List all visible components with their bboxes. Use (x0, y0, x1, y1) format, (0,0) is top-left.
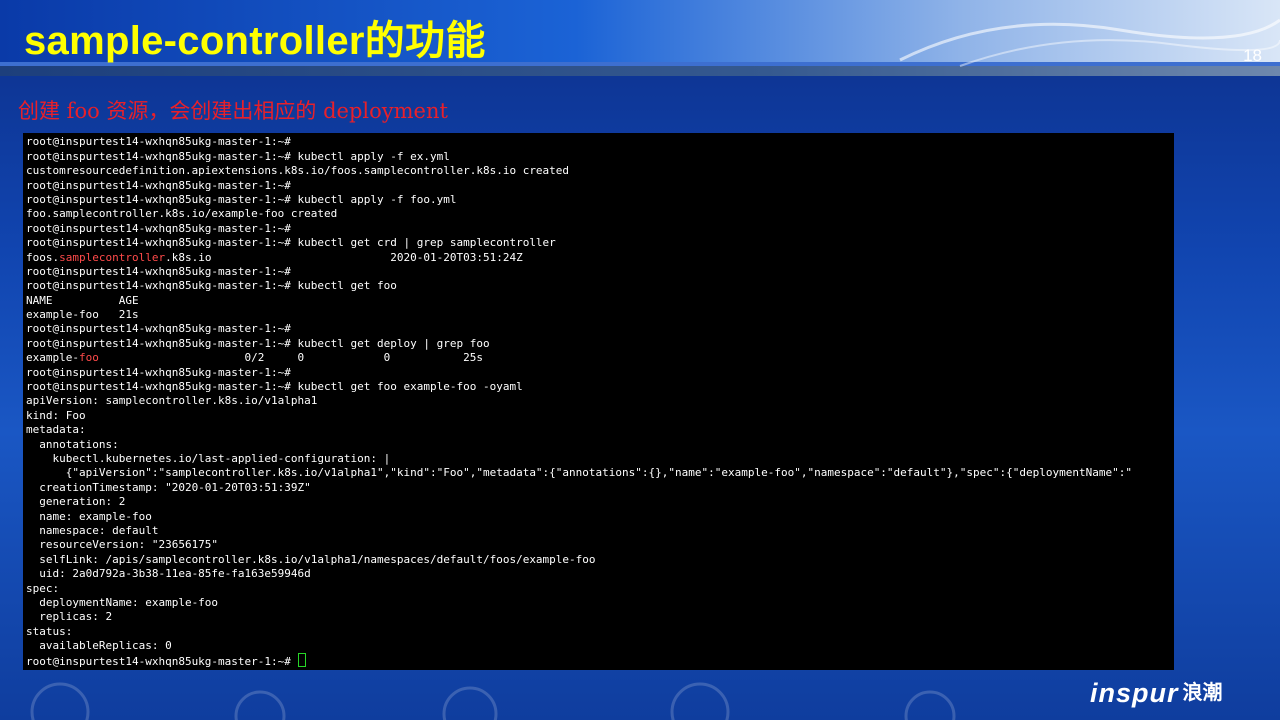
terminal-line: foos.samplecontroller.k8s.io 2020-01-20T… (26, 250, 523, 264)
terminal-line: root@inspurtest14-wxhqn85ukg-master-1:~# (26, 221, 291, 235)
page-number: 18 (1243, 46, 1262, 65)
terminal-line: name: example-foo (26, 509, 152, 523)
terminal-line: kubectl.kubernetes.io/last-applied-confi… (26, 451, 391, 465)
terminal-line: apiVersion: samplecontroller.k8s.io/v1al… (26, 394, 318, 408)
logo-brand-en: inspur (1090, 678, 1179, 708)
terminal-cursor (297, 653, 306, 668)
terminal-line: root@inspurtest14-wxhqn85ukg-master-1:~#… (26, 236, 556, 250)
terminal-line: selfLink: /apis/samplecontroller.k8s.io/… (26, 552, 596, 566)
terminal-line: annotations: (26, 437, 119, 451)
terminal-line: root@inspurtest14-wxhqn85ukg-master-1:~#… (26, 192, 457, 206)
slide-title: sample-controller的功能 (24, 19, 486, 63)
terminal-line: example-foo 21s (26, 308, 139, 322)
terminal-line: root@inspurtest14-wxhqn85ukg-master-1:~# (26, 264, 291, 278)
terminal-line: spec: (26, 581, 60, 595)
terminal-line: foo.samplecontroller.k8s.io/example-foo … (26, 207, 338, 221)
terminal-line: generation: 2 (26, 495, 126, 509)
terminal-line: root@inspurtest14-wxhqn85ukg-master-1:~# (26, 653, 1132, 668)
terminal-line: root@inspurtest14-wxhqn85ukg-master-1:~#… (26, 149, 450, 163)
terminal-line: root@inspurtest14-wxhqn85ukg-master-1:~# (26, 365, 291, 379)
terminal-line: example-foo 0/2 0 0 25s (26, 351, 483, 365)
terminal-line: uid: 2a0d792a-3b38-11ea-85fe-fa163e59946… (26, 567, 311, 581)
inspur-logo: inspur 浪潮 (1090, 676, 1223, 709)
terminal-output: root@inspurtest14-wxhqn85ukg-master-1:~#… (26, 133, 1132, 668)
highlighted-match: foo (78, 351, 99, 365)
highlighted-match: samplecontroller (59, 250, 166, 264)
logo-brand-cn: 浪潮 (1182, 682, 1223, 704)
terminal-window[interactable]: root@inspurtest14-wxhqn85ukg-master-1:~#… (23, 133, 1174, 670)
terminal-line: creationTimestamp: "2020-01-20T03:51:39Z… (26, 480, 311, 494)
terminal-line: resourceVersion: "23656175" (26, 538, 219, 552)
slide-subtitle: 创建 foo 资源，会创建出相应的 deployment (18, 99, 448, 123)
terminal-line: namespace: default (26, 523, 159, 537)
terminal-line: root@inspurtest14-wxhqn85ukg-master-1:~#… (26, 279, 397, 293)
terminal-line: {"apiVersion":"samplecontroller.k8s.io/v… (26, 466, 1132, 480)
terminal-line: status: (26, 624, 73, 638)
terminal-line: replicas: 2 (26, 610, 113, 624)
terminal-line: NAME AGE (26, 293, 139, 307)
terminal-line: kind: Foo (26, 408, 86, 422)
background-swirl-decoration (30, 682, 956, 720)
terminal-line: root@inspurtest14-wxhqn85ukg-master-1:~# (26, 178, 291, 192)
terminal-line: root@inspurtest14-wxhqn85ukg-master-1:~# (26, 135, 291, 149)
terminal-line: root@inspurtest14-wxhqn85ukg-master-1:~#… (26, 336, 490, 350)
terminal-line: customresourcedefinition.apiextensions.k… (26, 164, 570, 178)
terminal-line: root@inspurtest14-wxhqn85ukg-master-1:~#… (26, 380, 523, 394)
terminal-line: deploymentName: example-foo (26, 595, 219, 609)
terminal-line: root@inspurtest14-wxhqn85ukg-master-1:~# (26, 322, 291, 336)
terminal-line: metadata: (26, 423, 86, 437)
terminal-line: availableReplicas: 0 (26, 639, 172, 653)
